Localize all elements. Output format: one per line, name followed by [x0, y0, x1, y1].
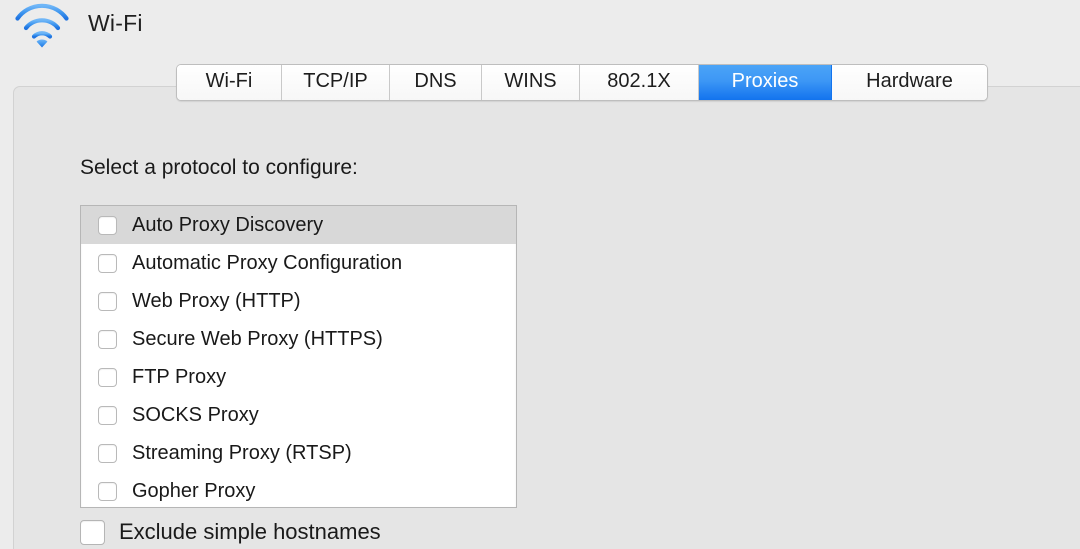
tab-802-1x[interactable]: 802.1X — [580, 65, 699, 100]
protocol-checkbox[interactable] — [98, 443, 117, 463]
protocol-label: Streaming Proxy (RTSP) — [132, 441, 352, 464]
section-label: Select a protocol to configure: — [80, 156, 358, 179]
protocol-checkbox[interactable] — [98, 405, 117, 425]
protocol-list[interactable]: Auto Proxy Discovery Automatic Proxy Conf… — [80, 205, 517, 508]
list-item[interactable]: Web Proxy (HTTP) — [81, 282, 516, 320]
wifi-icon — [13, 3, 71, 49]
protocol-label: Web Proxy (HTTP) — [132, 289, 301, 312]
tab-tcp-ip[interactable]: TCP/IP — [282, 65, 390, 100]
tab-wi-fi[interactable]: Wi-Fi — [177, 65, 282, 100]
tab-hardware[interactable]: Hardware — [832, 65, 987, 100]
protocol-label: Automatic Proxy Configuration — [132, 251, 403, 274]
protocol-checkbox[interactable] — [98, 215, 117, 235]
tab-dns[interactable]: DNS — [390, 65, 482, 100]
protocol-label: FTP Proxy — [132, 365, 227, 388]
exclude-simple-hostnames-label: Exclude simple hostnames — [119, 519, 381, 544]
list-item[interactable]: Auto Proxy Discovery — [81, 206, 516, 244]
protocol-checkbox[interactable] — [98, 253, 117, 273]
page-title: Wi-Fi — [88, 10, 143, 36]
protocol-label: Gopher Proxy — [132, 479, 256, 502]
list-item[interactable]: FTP Proxy — [81, 358, 516, 396]
tab-wins[interactable]: WINS — [482, 65, 580, 100]
exclude-simple-hostnames-row[interactable]: Exclude simple hostnames — [80, 519, 381, 545]
protocol-label: Auto Proxy Discovery — [132, 213, 324, 236]
list-item[interactable]: Gopher Proxy — [81, 472, 516, 507]
list-item[interactable]: Automatic Proxy Configuration — [81, 244, 516, 282]
protocol-label: SOCKS Proxy — [132, 403, 259, 426]
list-item[interactable]: Secure Web Proxy (HTTPS) — [81, 320, 516, 358]
tab-proxies[interactable]: Proxies — [699, 65, 832, 100]
protocol-checkbox[interactable] — [98, 291, 117, 311]
settings-tabbar[interactable]: Wi-Fi TCP/IP DNS WINS 802.1X Proxies Hardware — [176, 64, 988, 101]
window-header: Wi-Fi — [0, 0, 1080, 58]
protocol-checkbox[interactable] — [98, 329, 117, 349]
protocol-checkbox[interactable] — [98, 367, 117, 387]
preferences-panel: Select a protocol to configure: Auto Pro… — [13, 86, 1080, 549]
protocol-label: Secure Web Proxy (HTTPS) — [132, 327, 383, 350]
protocol-checkbox[interactable] — [98, 481, 117, 501]
list-item[interactable]: SOCKS Proxy — [81, 396, 516, 434]
exclude-simple-hostnames-checkbox[interactable] — [80, 519, 105, 545]
list-item[interactable]: Streaming Proxy (RTSP) — [81, 434, 516, 472]
